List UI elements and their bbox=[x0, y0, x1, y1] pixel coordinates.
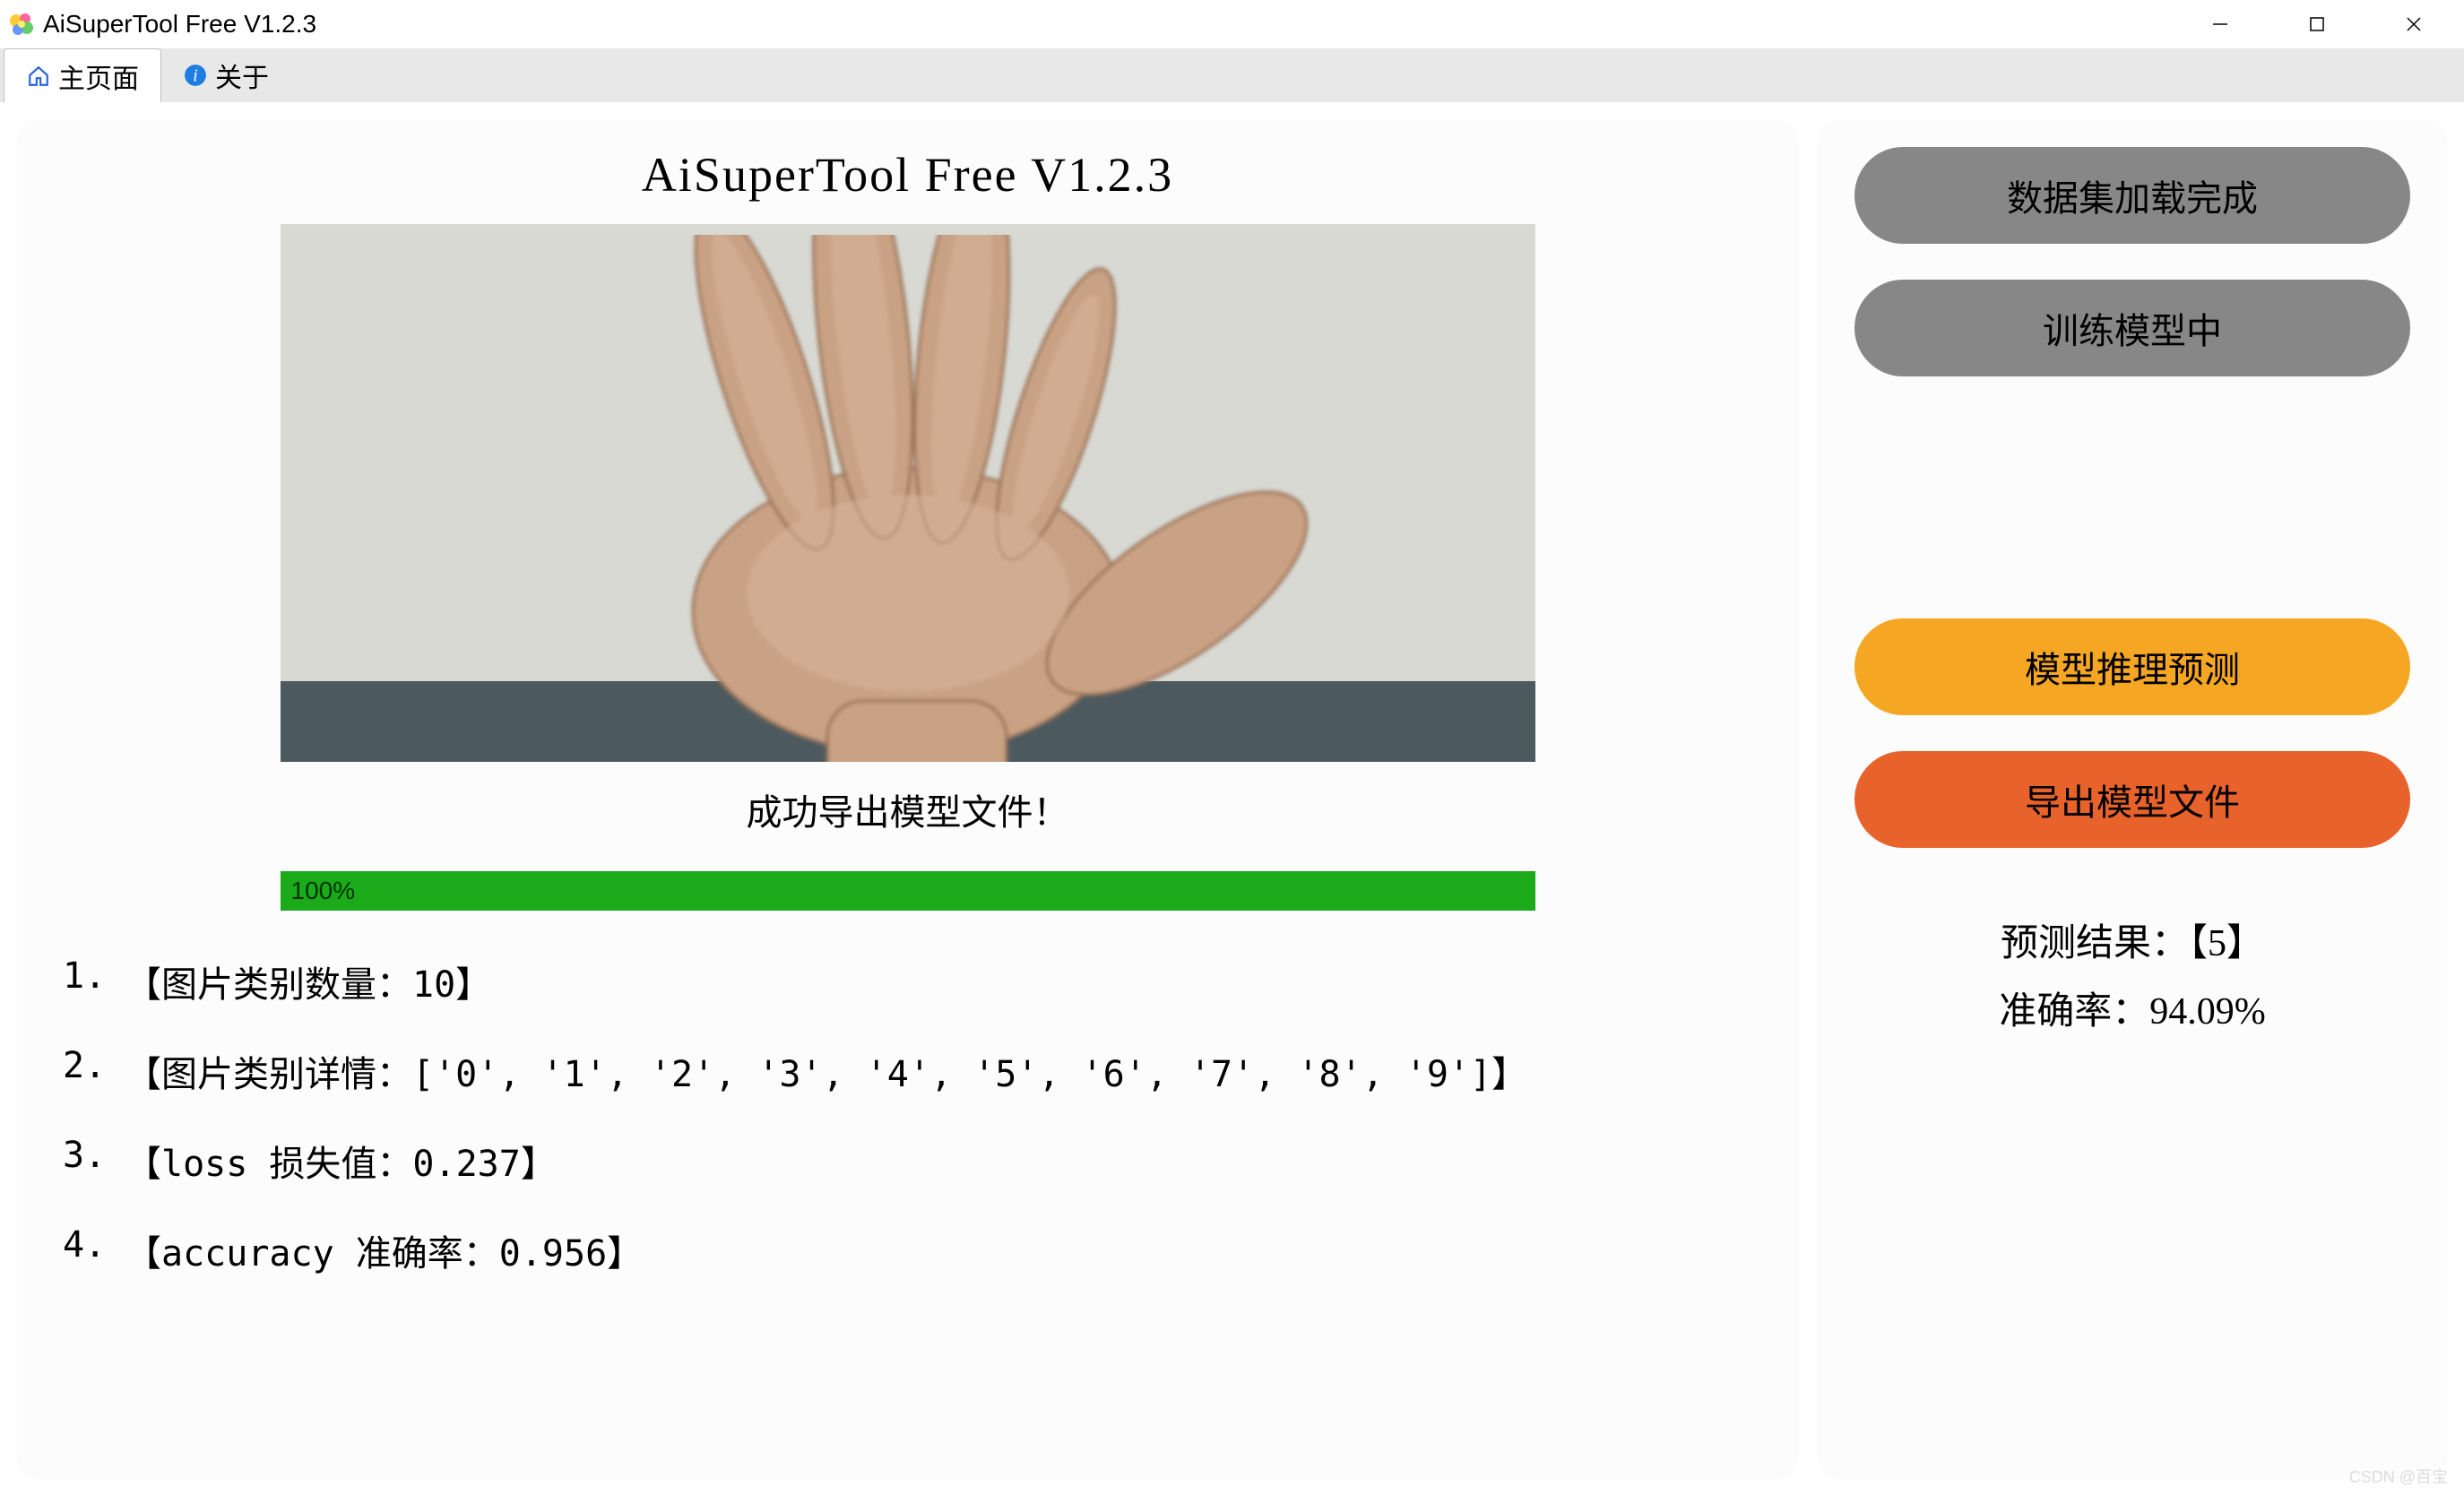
log-list: 1. 【图片类别数量：10】 2. 【图片类别详情：['0', '1', '2'… bbox=[45, 955, 1770, 1314]
log-text: 【loss 损失值：0.237】 bbox=[125, 1135, 557, 1187]
log-item: 4. 【accuracy 准确率：0.956】 bbox=[63, 1224, 1770, 1276]
info-icon: i bbox=[183, 63, 208, 88]
window-title: AiSuperTool Free V1.2.3 bbox=[43, 10, 316, 39]
tab-home[interactable]: 主页面 bbox=[4, 48, 161, 102]
log-item: 1. 【图片类别数量：10】 bbox=[63, 955, 1770, 1007]
app-icon bbox=[7, 10, 36, 39]
svg-text:i: i bbox=[193, 67, 197, 86]
log-num: 3. bbox=[63, 1135, 125, 1187]
toolbar: 主页面 i 关于 bbox=[0, 48, 2464, 102]
log-num: 4. bbox=[63, 1224, 125, 1276]
titlebar: AiSuperTool Free V1.2.3 bbox=[0, 0, 2464, 48]
tab-home-label: 主页面 bbox=[58, 56, 139, 96]
spacer bbox=[1854, 412, 2410, 618]
main-panel: AiSuperTool Free V1.2.3 bbox=[18, 120, 1797, 1477]
status-text: 成功导出模型文件！ bbox=[45, 783, 1770, 835]
log-item: 2. 【图片类别详情：['0', '1', '2', '3', '4', '5'… bbox=[63, 1045, 1770, 1097]
log-item: 3. 【loss 损失值：0.237】 bbox=[63, 1135, 1770, 1187]
predict-result: 预测结果：【5】 bbox=[1854, 911, 2410, 979]
export-model-button[interactable]: 导出模型文件 bbox=[1854, 751, 2410, 848]
tab-about-label: 关于 bbox=[215, 56, 269, 95]
train-model-button[interactable]: 训练模型中 bbox=[1854, 280, 2410, 376]
progress-bar: 100% bbox=[281, 871, 1535, 911]
progress-label: 100% bbox=[291, 877, 356, 905]
side-panel: 数据集加载完成 训练模型中 模型推理预测 导出模型文件 预测结果：【5】 准确率… bbox=[1819, 120, 2446, 1477]
maximize-button[interactable] bbox=[2295, 6, 2339, 42]
page-title: AiSuperTool Free V1.2.3 bbox=[45, 147, 1770, 203]
content-area: AiSuperTool Free V1.2.3 bbox=[0, 102, 2464, 1495]
log-num: 1. bbox=[63, 955, 125, 1007]
log-num: 2. bbox=[63, 1045, 125, 1097]
predict-button[interactable]: 模型推理预测 bbox=[1854, 618, 2410, 715]
preview-image bbox=[281, 224, 1535, 762]
result-block: 预测结果：【5】 准确率：94.09% bbox=[1854, 911, 2410, 1046]
watermark: CSDN @百宝 bbox=[2349, 1465, 2448, 1488]
close-button[interactable] bbox=[2392, 6, 2435, 42]
window-controls bbox=[2199, 6, 2457, 42]
minimize-button[interactable] bbox=[2199, 6, 2242, 42]
predict-accuracy: 准确率：94.09% bbox=[1854, 979, 2410, 1047]
home-icon bbox=[26, 64, 51, 89]
log-text: 【图片类别数量：10】 bbox=[125, 955, 491, 1007]
load-dataset-button[interactable]: 数据集加载完成 bbox=[1854, 147, 2410, 244]
log-text: 【accuracy 准确率：0.956】 bbox=[125, 1224, 643, 1276]
tab-about[interactable]: i 关于 bbox=[161, 48, 290, 102]
log-text: 【图片类别详情：['0', '1', '2', '3', '4', '5', '… bbox=[125, 1045, 1527, 1097]
